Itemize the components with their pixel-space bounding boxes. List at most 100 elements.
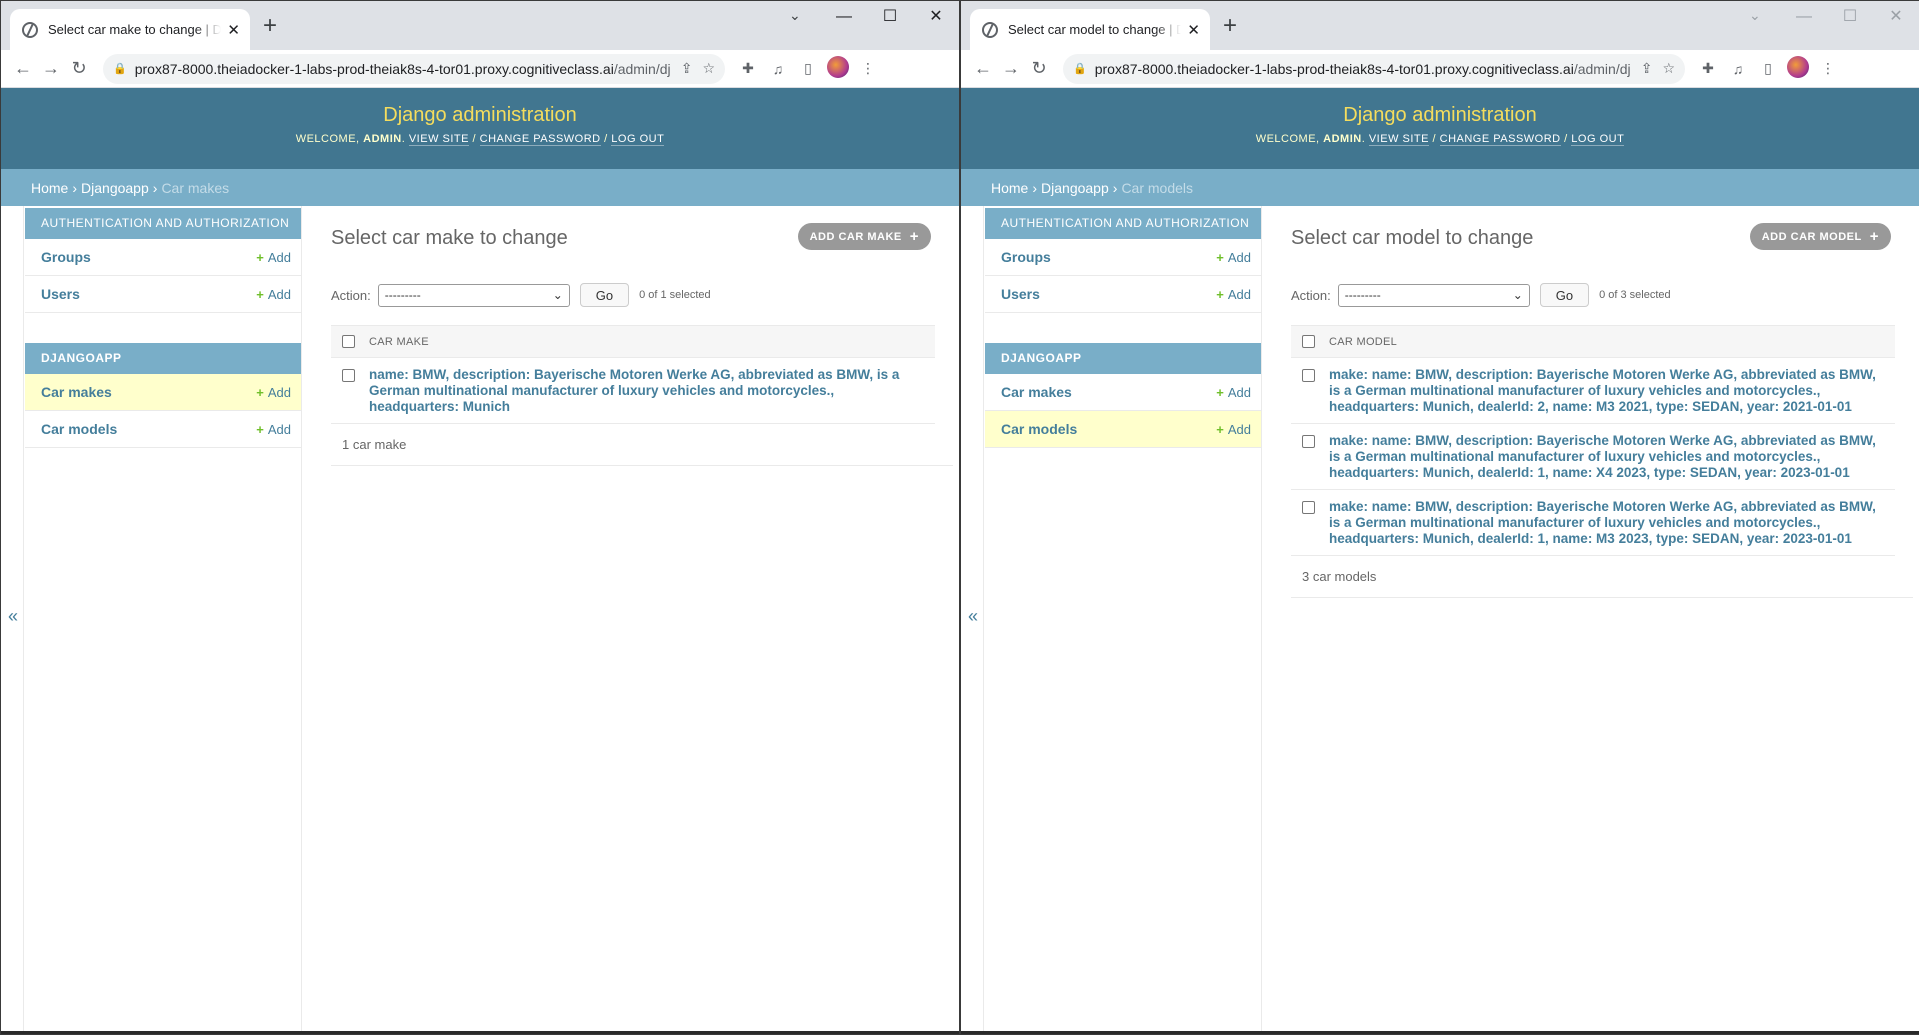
users-add-link[interactable]: + Add — [1216, 287, 1251, 302]
tab-strip: Select car model to change | Django site… — [961, 1, 1919, 50]
close-icon[interactable]: ✕ — [227, 21, 240, 39]
column-header-car-make[interactable]: Car make — [369, 336, 429, 348]
chevron-down-icon[interactable]: ⌄ — [789, 7, 801, 24]
car-makes-add-link[interactable]: + Add — [1216, 385, 1251, 400]
breadcrumb-separator: › — [1032, 179, 1038, 196]
view-site-link[interactable]: View site — [1368, 133, 1429, 146]
users-add-link[interactable]: + Add — [256, 287, 291, 302]
users-link[interactable]: Users — [1001, 286, 1040, 302]
lock-icon[interactable]: 🔒 — [1073, 62, 1087, 75]
star-icon[interactable]: ☆ — [702, 60, 715, 77]
groups-add-link[interactable]: + Add — [1216, 250, 1251, 265]
chevron-down-icon: ⌄ — [1512, 288, 1523, 302]
result-count: 1 car make — [331, 424, 953, 466]
log-out-link[interactable]: Log out — [1571, 133, 1625, 146]
close-window-icon[interactable]: ✕ — [1873, 6, 1919, 28]
kebab-menu-icon[interactable]: ⋮ — [1813, 60, 1843, 77]
djangoapp-module-caption[interactable]: Djangoapp — [985, 343, 1261, 374]
breadcrumb-current: Car makes — [161, 179, 230, 196]
minimize-icon[interactable]: — — [1781, 6, 1827, 28]
groups-add-link[interactable]: + Add — [256, 250, 291, 265]
select-all-checkbox[interactable] — [1302, 335, 1315, 348]
select-all-checkbox[interactable] — [342, 335, 355, 348]
media-icon[interactable]: ♫ — [1723, 61, 1753, 77]
row-link[interactable]: make: name: BMW, description: Bayerische… — [1329, 433, 1895, 481]
avatar[interactable] — [823, 56, 853, 81]
maximize-icon[interactable]: ☐ — [1827, 6, 1873, 28]
forward-arrow-icon[interactable]: → — [997, 55, 1025, 83]
log-out-link[interactable]: Log out — [611, 133, 665, 146]
nav-sidebar-toggle[interactable]: « — [1, 206, 24, 1034]
puzzle-icon[interactable]: ✚ — [733, 60, 763, 77]
close-window-icon[interactable]: ✕ — [913, 6, 959, 28]
back-arrow-icon[interactable]: ← — [969, 55, 997, 83]
car-makes-add-link[interactable]: + Add — [256, 385, 291, 400]
reload-icon[interactable]: ↻ — [1025, 55, 1053, 83]
double-chevron-left-icon[interactable]: « — [8, 606, 18, 627]
plus-icon[interactable]: + — [263, 13, 277, 39]
breadcrumb-home[interactable]: Home — [991, 180, 1028, 196]
row-checkbox[interactable] — [1302, 435, 1315, 448]
action-select[interactable]: --------- ⌄ — [377, 283, 570, 307]
selection-count: 0 of 3 selected — [1599, 289, 1671, 301]
djangoapp-module-caption[interactable]: Djangoapp — [25, 343, 301, 374]
puzzle-icon[interactable]: ✚ — [1693, 60, 1723, 77]
browser-tab[interactable]: Select car make to change | Django site … — [10, 9, 250, 50]
view-site-link[interactable]: View site — [408, 133, 469, 146]
car-makes-link[interactable]: Car makes — [41, 384, 112, 400]
plus-icon: + — [256, 249, 264, 265]
row-link[interactable]: make: name: BMW, description: Bayerische… — [1329, 367, 1895, 415]
media-icon[interactable]: ♫ — [763, 61, 793, 77]
car-makes-link[interactable]: Car makes — [1001, 384, 1072, 400]
address-bar[interactable]: 🔒 prox87-8000.theiadocker-1-labs-prod-th… — [103, 53, 725, 84]
car-models-link[interactable]: Car models — [41, 421, 117, 437]
groups-link[interactable]: Groups — [1001, 249, 1051, 265]
chevron-down-icon[interactable]: ⌄ — [1749, 7, 1761, 24]
site-title[interactable]: Django administration — [961, 88, 1919, 127]
side-panel-icon[interactable]: ▯ — [1753, 60, 1783, 77]
auth-module-caption[interactable]: Authentication and Authorization — [25, 208, 301, 239]
row-checkbox[interactable] — [1302, 501, 1315, 514]
change-password-link[interactable]: Change password — [1439, 133, 1561, 146]
column-header-car-model[interactable]: Car model — [1329, 336, 1397, 348]
nav-sidebar-toggle[interactable]: « — [961, 206, 984, 1034]
avatar[interactable] — [1783, 56, 1813, 81]
add-car-model-button[interactable]: Add car model + — [1749, 223, 1891, 250]
add-car-make-button[interactable]: Add car make + — [797, 223, 931, 250]
breadcrumb-app[interactable]: Djangoapp — [1041, 180, 1109, 196]
row-link[interactable]: name: BMW, description: Bayerische Motor… — [369, 367, 935, 415]
share-icon[interactable]: ⇪ — [681, 60, 693, 77]
browser-tab[interactable]: Select car model to change | Django site… — [970, 9, 1210, 50]
site-title[interactable]: Django administration — [1, 88, 959, 127]
users-link[interactable]: Users — [41, 286, 80, 302]
kebab-menu-icon[interactable]: ⋮ — [853, 60, 883, 77]
go-button[interactable]: Go — [579, 283, 630, 307]
auth-module-caption[interactable]: Authentication and Authorization — [985, 208, 1261, 239]
back-arrow-icon[interactable]: ← — [9, 55, 37, 83]
row-checkbox[interactable] — [1302, 369, 1315, 382]
row-link[interactable]: make: name: BMW, description: Bayerische… — [1329, 499, 1895, 547]
double-chevron-left-icon[interactable]: « — [968, 606, 978, 627]
maximize-icon[interactable]: ☐ — [867, 6, 913, 28]
breadcrumb-app[interactable]: Djangoapp — [81, 180, 149, 196]
lock-icon[interactable]: 🔒 — [113, 62, 127, 75]
reload-icon[interactable]: ↻ — [65, 55, 93, 83]
minimize-icon[interactable]: — — [821, 6, 867, 28]
forward-arrow-icon[interactable]: → — [37, 55, 65, 83]
django-header: Django administration Welcome, admin. Vi… — [1, 88, 959, 169]
groups-link[interactable]: Groups — [41, 249, 91, 265]
plus-icon[interactable]: + — [1223, 13, 1237, 39]
address-bar[interactable]: 🔒 prox87-8000.theiadocker-1-labs-prod-th… — [1063, 53, 1685, 84]
change-password-link[interactable]: Change password — [479, 133, 601, 146]
star-icon[interactable]: ☆ — [1662, 60, 1675, 77]
side-panel-icon[interactable]: ▯ — [793, 60, 823, 77]
breadcrumb-home[interactable]: Home — [31, 180, 68, 196]
action-select[interactable]: --------- ⌄ — [1337, 283, 1530, 307]
share-icon[interactable]: ⇪ — [1641, 60, 1653, 77]
car-models-add-link[interactable]: + Add — [256, 422, 291, 437]
car-models-add-link[interactable]: + Add — [1216, 422, 1251, 437]
car-models-link[interactable]: Car models — [1001, 421, 1077, 437]
row-checkbox[interactable] — [342, 369, 355, 382]
close-icon[interactable]: ✕ — [1187, 21, 1200, 39]
go-button[interactable]: Go — [1539, 283, 1590, 307]
